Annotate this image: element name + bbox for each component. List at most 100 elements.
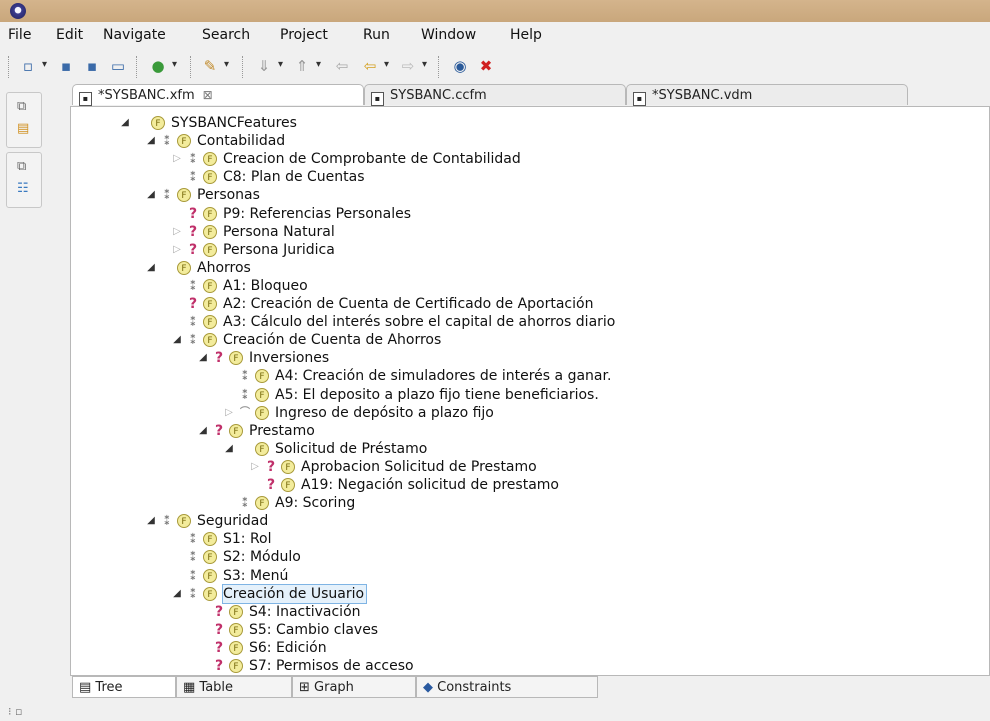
tree-row[interactable]: ⁑ F A1: Bloqueo	[171, 277, 308, 295]
prev-annotation-dropdown-icon[interactable]: ▾	[316, 59, 321, 70]
tree-row[interactable]: ◢ F Ahorros	[145, 259, 251, 277]
expand-toggle-icon[interactable]: ◢	[197, 349, 209, 367]
tree-row[interactable]: ? F A2: Creación de Cuenta de Certificado …	[171, 295, 594, 313]
next-annotation-icon[interactable]: ⇓	[254, 56, 274, 76]
close-tab-icon[interactable]: ⊠	[203, 88, 213, 102]
tab-tree[interactable]: ▤ Tree	[72, 676, 176, 698]
tab-sysbanc-vdm[interactable]: ▪ *SYSBANC.vdm	[626, 84, 908, 106]
mandatory-icon: ⁑	[163, 514, 171, 529]
menu-help[interactable]: Help	[510, 27, 542, 43]
tab-label: Tree	[95, 680, 123, 695]
next-annotation-dropdown-icon[interactable]: ▾	[278, 59, 283, 70]
expand-toggle-icon[interactable]: ◢	[119, 114, 131, 132]
ccfm-file-icon: ▪	[371, 92, 384, 106]
tree-row[interactable]: ⁑ F A3: Cálculo del interés sobre el capit…	[171, 313, 616, 331]
tab-graph[interactable]: ⊞ Graph	[292, 676, 416, 698]
last-edit-location-icon[interactable]: ⇦	[332, 56, 352, 76]
external-tools-icon[interactable]: ✎	[200, 56, 220, 76]
debug-dropdown-icon[interactable]: ▾	[172, 59, 177, 70]
toolbar-grip	[8, 56, 10, 78]
debug-icon[interactable]: ●	[148, 56, 168, 76]
tree-row[interactable]: ▷ ⌒ F Ingreso de depósito a plazo fijo	[223, 404, 494, 422]
back-icon[interactable]: ⇦	[360, 56, 380, 76]
collapse-toggle-icon[interactable]: ▷	[171, 223, 183, 241]
tree-row[interactable]: ◢ ⁑ F Contabilidad	[145, 132, 285, 150]
tree-row[interactable]: ◢ F SYSBANCFeatures	[119, 114, 297, 132]
external-tools-dropdown-icon[interactable]: ▾	[224, 59, 229, 70]
tree-row[interactable]: ◢ ⁑ F Personas	[145, 186, 260, 204]
tree-row[interactable]: ⁑ F A9: Scoring	[223, 494, 355, 512]
menu-search[interactable]: Search	[202, 27, 250, 43]
feature-label: A19: Negación solicitud de prestamo	[301, 477, 559, 493]
expand-toggle-icon[interactable]: ◢	[145, 512, 157, 530]
tree-row[interactable]: ▷? F Persona Juridica	[171, 241, 335, 259]
collapse-toggle-icon[interactable]: ▷	[223, 404, 235, 422]
window-titlebar	[0, 0, 990, 22]
menu-edit[interactable]: Edit	[56, 27, 83, 43]
save-icon[interactable]: ▪	[56, 56, 76, 76]
forward-dropdown-icon[interactable]: ▾	[422, 59, 427, 70]
tree-row[interactable]: ◢? F Prestamo	[197, 422, 315, 440]
expand-toggle-icon[interactable]: ◢	[171, 331, 183, 349]
tree-row[interactable]: ◢ ⁑ F Creación de Cuenta de Ahorros	[171, 331, 441, 349]
collapse-toggle-icon[interactable]: ▷	[171, 150, 183, 168]
new-icon[interactable]: ▫	[18, 56, 38, 76]
open-type-icon[interactable]: ◉	[450, 56, 470, 76]
editor-page-tabs: ▤ Tree ▦ Table ⊞ Graph ◆ Constraints	[70, 676, 990, 698]
menu-window[interactable]: Window	[421, 27, 476, 43]
tree-row[interactable]: ? F A19: Negación solicitud de prestamo	[249, 476, 559, 494]
tree-row[interactable]: ? F S4: Inactivación	[197, 603, 361, 621]
tree-row[interactable]: ◢ ⁑ F Seguridad	[145, 512, 268, 530]
tree-row[interactable]: ⁑ F A5: El deposito a plazo fijo tiene ben…	[223, 386, 599, 404]
tree-row[interactable]: ? F P9: Referencias Personales	[171, 205, 411, 223]
save-all-icon[interactable]: ▪	[82, 56, 102, 76]
collapse-toggle-icon[interactable]: ▷	[171, 241, 183, 259]
print-icon[interactable]: ▭	[108, 56, 128, 76]
prev-annotation-icon[interactable]: ⇑	[292, 56, 312, 76]
collapse-toggle-icon[interactable]: ▷	[249, 458, 261, 476]
expand-toggle-icon[interactable]: ◢	[197, 422, 209, 440]
status-bar: ⁝ ▫	[0, 703, 990, 721]
tree-row[interactable]: ? F S7: Permisos de acceso	[197, 657, 414, 675]
tree-row[interactable]: ▷ ⁑ F Creacion de Comprobante de Contabilid…	[171, 150, 521, 168]
menu-project[interactable]: Project	[280, 27, 328, 43]
tree-row[interactable]: ◢? F Inversiones	[197, 349, 329, 367]
expand-toggle-icon[interactable]: ◢	[223, 440, 235, 458]
feature-label: A4: Creación de simuladores de interés a…	[275, 368, 612, 385]
fast-view-icon[interactable]: ⁝ ▫	[8, 705, 22, 718]
menu-run[interactable]: Run	[363, 27, 390, 43]
tree-row[interactable]: ◢ ⁑ F Creación de Usuario	[171, 583, 368, 604]
expand-toggle-icon[interactable]: ◢	[171, 585, 183, 603]
feature-icon: F	[177, 514, 191, 529]
package-explorer-icon[interactable]: ▤	[17, 121, 29, 136]
restore-icon[interactable]: ⧉	[17, 99, 26, 114]
feature-tree: ◢ F SYSBANCFeatures ◢ ⁑ F Contabilidad ▷ ⁑ F Creac…	[70, 106, 990, 676]
tab-sysbanc-xfm[interactable]: ▪ *SYSBANC.xfm ⊠	[72, 84, 364, 106]
menu-file[interactable]: File	[8, 27, 31, 43]
tab-table[interactable]: ▦ Table	[176, 676, 292, 698]
tree-row[interactable]: ▷? F Persona Natural	[171, 223, 335, 241]
expand-toggle-icon[interactable]: ◢	[145, 259, 157, 277]
tree-row[interactable]: ◢ F Solicitud de Préstamo	[223, 440, 427, 458]
tree-row[interactable]: ▷? F Aprobacion Solicitud de Prestamo	[249, 458, 537, 476]
feature-icon: F	[203, 242, 217, 257]
tab-sysbanc-ccfm[interactable]: ▪ SYSBANC.ccfm	[364, 84, 626, 106]
back-dropdown-icon[interactable]: ▾	[384, 59, 389, 70]
expand-toggle-icon[interactable]: ◢	[145, 132, 157, 150]
feature-label: S3: Menú	[223, 567, 289, 584]
close-red-x-icon[interactable]: ✖	[476, 56, 496, 76]
restore-icon-2[interactable]: ⧉	[17, 159, 26, 174]
tree-row[interactable]: ⁑ F C8: Plan de Cuentas	[171, 168, 365, 186]
tree-row[interactable]: ⁑ F A4: Creación de simuladores de interés…	[223, 367, 612, 385]
tab-constraints[interactable]: ◆ Constraints	[416, 676, 598, 698]
tree-row[interactable]: ? F S5: Cambio claves	[197, 621, 378, 639]
outline-view-icon[interactable]: ☷	[17, 181, 29, 196]
tree-row[interactable]: ⁑ F S2: Módulo	[171, 548, 301, 566]
tree-row[interactable]: ? F S6: Edición	[197, 639, 327, 657]
tree-row[interactable]: ⁑ F S3: Menú	[171, 567, 289, 585]
new-dropdown-icon[interactable]: ▾	[42, 59, 47, 70]
expand-toggle-icon[interactable]: ◢	[145, 186, 157, 204]
menu-navigate[interactable]: Navigate	[103, 27, 166, 43]
tree-row[interactable]: ⁑ F S1: Rol	[171, 530, 272, 548]
forward-icon[interactable]: ⇨	[398, 56, 418, 76]
